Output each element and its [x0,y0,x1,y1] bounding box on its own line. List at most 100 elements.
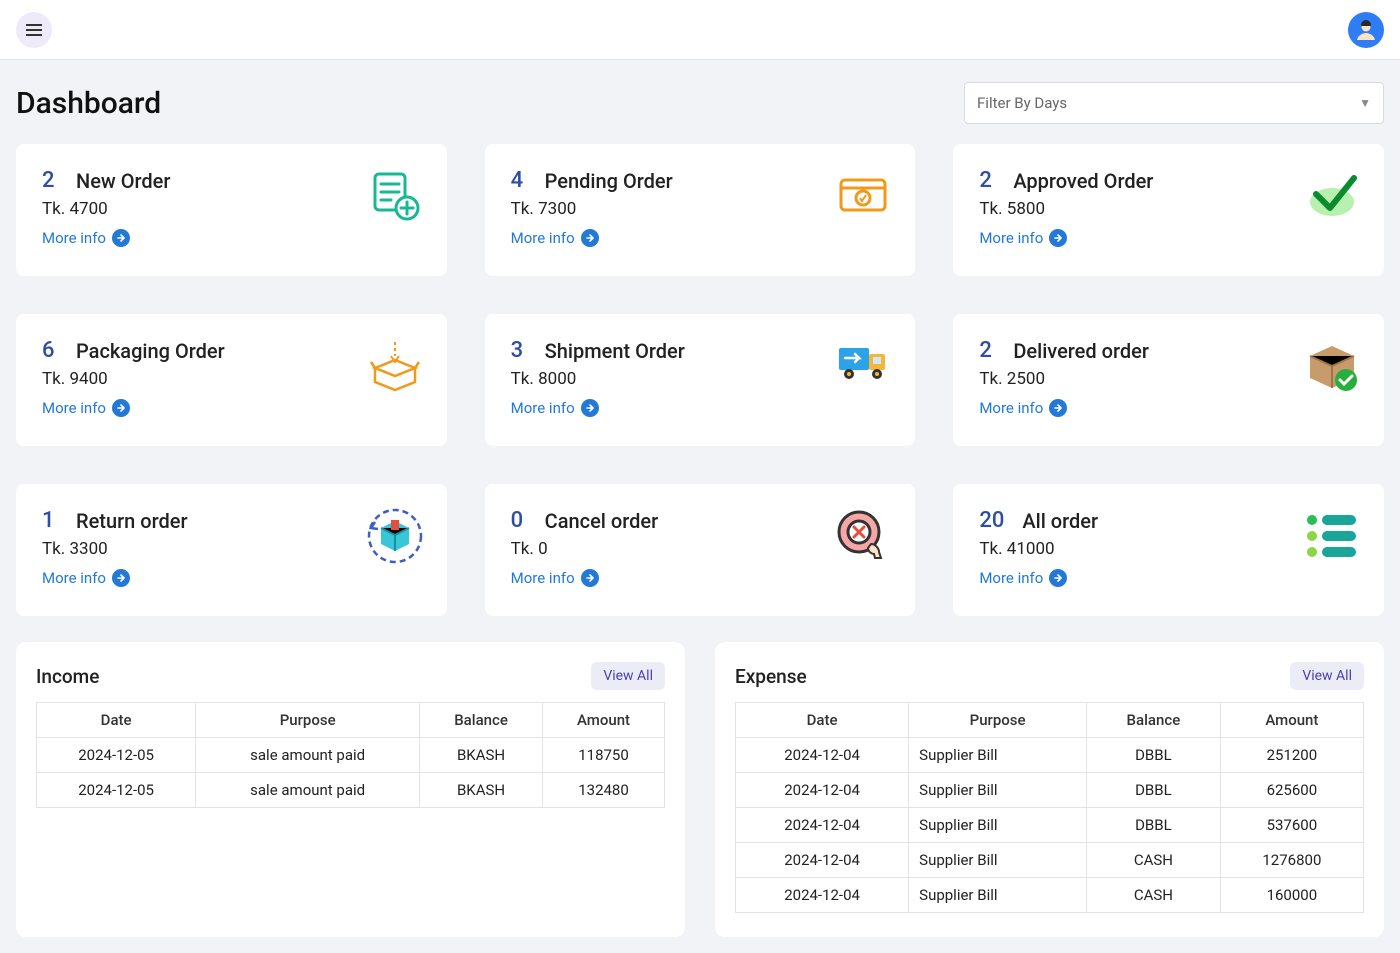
table-cell: DBBL [1087,738,1221,773]
expense-view-all-button[interactable]: View All [1290,662,1364,690]
stat-amount: Tk. 8000 [511,369,890,389]
more-info-label: More info [42,399,106,417]
table-row: 2024-12-04Supplier BillCASH160000 [736,878,1364,913]
more-info-label: More info [979,229,1043,247]
stat-card: 2 New Order Tk. 4700 More info [16,144,447,276]
income-table: DatePurposeBalanceAmount 2024-12-05sale … [36,702,665,808]
stat-count: 1 [42,508,58,533]
table-cell: 537600 [1220,808,1363,843]
stat-card: 6 Packaging Order Tk. 9400 More info [16,314,447,446]
table-cell: 1276800 [1220,843,1363,878]
table-header: Balance [420,703,543,738]
more-info-link[interactable]: More info [511,229,599,247]
table-row: 2024-12-04Supplier BillCASH1276800 [736,843,1364,878]
stat-amount: Tk. 9400 [42,369,421,389]
more-info-link[interactable]: More info [511,569,599,587]
more-info-link[interactable]: More info [42,399,130,417]
table-row: 2024-12-04Supplier BillDBBL251200 [736,738,1364,773]
avatar-button[interactable] [1348,12,1384,48]
more-info-link[interactable]: More info [42,229,130,247]
more-info-link[interactable]: More info [979,229,1067,247]
table-cell: 2024-12-04 [736,843,909,878]
table-cell: Supplier Bill [909,773,1087,808]
stat-count: 2 [979,338,995,363]
table-cell: Supplier Bill [909,738,1087,773]
cancel-icon [835,508,891,564]
expense-table: DatePurposeBalanceAmount 2024-12-04Suppl… [735,702,1364,913]
stat-amount: Tk. 5800 [979,199,1358,219]
table-cell: BKASH [420,738,543,773]
stat-cards: 2 New Order Tk. 4700 More info 4 Pending Orde… [16,144,1384,616]
stat-label: Delivered order [1013,339,1149,363]
open-box-icon [367,338,423,394]
arrow-right-circle-icon [112,569,130,587]
more-info-label: More info [42,229,106,247]
stat-card: 3Shipment OrderTk. 8000More info [485,314,916,446]
table-header: Purpose [196,703,420,738]
arrow-right-circle-icon [1049,229,1067,247]
stat-amount: Tk. 4700 [42,199,421,219]
more-info-label: More info [979,569,1043,587]
stat-card: 2Approved OrderTk. 5800More info [953,144,1384,276]
more-info-link[interactable]: More info [511,399,599,417]
table-cell: DBBL [1087,773,1221,808]
income-view-all-button[interactable]: View All [591,662,665,690]
income-panel: Income View All DatePurposeBalanceAmount… [16,642,685,937]
more-info-label: More info [511,569,575,587]
arrow-right-circle-icon [112,399,130,417]
table-cell: 2024-12-04 [736,773,909,808]
stat-count: 2 [42,168,58,193]
arrow-right-circle-icon [112,229,130,247]
stat-amount: Tk. 0 [511,539,890,559]
arrow-right-circle-icon [581,569,599,587]
stat-card: 1Return orderTk. 3300More info [16,484,447,616]
table-header: Balance [1087,703,1221,738]
more-info-link[interactable]: More info [979,399,1067,417]
filter-by-days-select[interactable]: Filter By Days ▼ [964,82,1384,124]
money-icon [835,168,891,224]
stat-label: New Order [76,169,170,193]
table-cell: 132480 [543,773,665,808]
stat-label: Approved Order [1013,169,1153,193]
stat-amount: Tk. 2500 [979,369,1358,389]
stat-label: Pending Order [545,169,673,193]
more-info-label: More info [511,399,575,417]
more-info-link[interactable]: More info [42,569,130,587]
more-info-link[interactable]: More info [979,569,1067,587]
table-cell: BKASH [420,773,543,808]
more-info-label: More info [42,569,106,587]
hamburger-icon [26,24,42,36]
table-cell: Supplier Bill [909,878,1087,913]
stat-card: 2 Delivered order Tk. 2500 More info [953,314,1384,446]
stat-label: Packaging Order [76,339,225,363]
stat-card: 0Cancel orderTk. 0More info [485,484,916,616]
table-cell: 2024-12-05 [37,773,196,808]
filter-placeholder: Filter By Days [977,94,1067,112]
box-ok-icon [1304,338,1360,394]
stat-amount: Tk. 3300 [42,539,421,559]
stat-count: 0 [511,508,527,533]
stat-count: 4 [511,168,527,193]
table-cell: CASH [1087,878,1221,913]
table-row: 2024-12-05sale amount paidBKASH132480 [37,773,665,808]
table-cell: sale amount paid [196,738,420,773]
avatar-icon [1354,18,1378,42]
income-title: Income [36,665,99,688]
table-cell: 118750 [543,738,665,773]
expense-panel: Expense View All DatePurposeBalanceAmoun… [715,642,1384,937]
table-cell: CASH [1087,843,1221,878]
stat-count: 6 [42,338,58,363]
arrow-right-circle-icon [581,399,599,417]
check-icon [1304,168,1360,224]
arrow-right-circle-icon [1049,399,1067,417]
table-row: 2024-12-05sale amount paidBKASH118750 [37,738,665,773]
list-plus-icon [367,168,423,224]
table-header: Purpose [909,703,1087,738]
arrow-right-circle-icon [581,229,599,247]
page-head: Dashboard Filter By Days ▼ [16,82,1384,124]
table-header: Amount [543,703,665,738]
page-title: Dashboard [16,86,161,121]
hamburger-button[interactable] [16,12,52,48]
arrow-right-circle-icon [1049,569,1067,587]
list-dots-icon [1304,508,1360,564]
